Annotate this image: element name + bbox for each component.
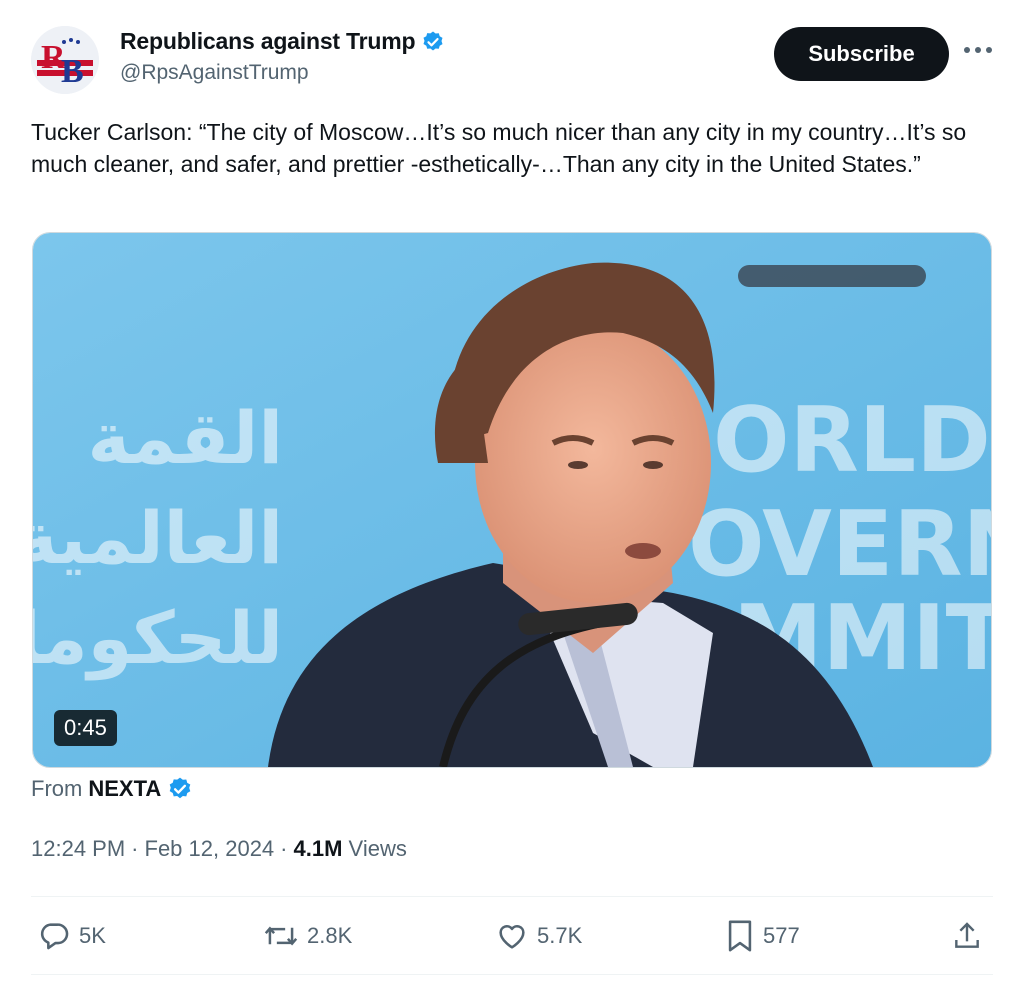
- avatar-logo-icon: R B: [31, 26, 99, 94]
- repost-button[interactable]: 2.8K: [263, 910, 352, 962]
- like-count: 5.7K: [537, 923, 583, 948]
- video-duration-badge: 0:45: [54, 710, 117, 746]
- backdrop-arabic-line-3: للحكومات: [33, 596, 283, 681]
- tweet-text: Tucker Carlson: “The city of Moscow…It’s…: [31, 119, 967, 177]
- heart-icon: [495, 919, 529, 953]
- backdrop-arabic-line-2: العالمية: [33, 496, 283, 580]
- video-player[interactable]: القمة العالمية للحكومات ORLD OVERN MMIT …: [32, 232, 992, 768]
- verified-badge-icon: [167, 776, 193, 802]
- repost-icon: [263, 919, 299, 953]
- author-display-name[interactable]: Republicans against Trump: [120, 28, 416, 55]
- bookmark-icon: [725, 919, 755, 953]
- author-name-row[interactable]: Republicans against Trump: [120, 28, 445, 55]
- backdrop-english-line-1: ORLD: [713, 388, 991, 493]
- more-options-button[interactable]: [962, 38, 994, 62]
- bookmark-button[interactable]: 577: [725, 910, 800, 962]
- bookmark-count: 577: [763, 923, 800, 948]
- share-button[interactable]: [951, 910, 983, 962]
- author-handle[interactable]: @RpsAgainstTrump: [120, 61, 309, 85]
- repost-count: 2.8K: [307, 923, 353, 948]
- meta-separator: ·: [280, 836, 288, 861]
- divider: [31, 896, 993, 897]
- source-name-link[interactable]: NEXTA: [88, 776, 161, 802]
- backdrop-english-line-2: OVERN: [688, 492, 991, 597]
- subscribe-button[interactable]: Subscribe: [774, 27, 949, 81]
- share-icon: [951, 919, 983, 953]
- like-button[interactable]: 5.7K: [495, 910, 582, 962]
- svg-text:B: B: [61, 53, 84, 90]
- media-source[interactable]: From NEXTA: [31, 776, 193, 802]
- more-dots-icon: [964, 47, 992, 53]
- divider: [31, 974, 993, 975]
- avatar[interactable]: R B: [31, 26, 99, 94]
- backdrop-arabic-line-1: القمة: [88, 396, 283, 480]
- tweet-meta: 12:24 PM · Feb 12, 2024 · 4.1M Views: [31, 836, 407, 862]
- source-prefix: From: [31, 776, 83, 801]
- tweet-date[interactable]: Feb 12, 2024: [145, 836, 275, 862]
- reply-icon: [37, 919, 71, 953]
- meta-separator: ·: [131, 836, 139, 861]
- reply-button[interactable]: 5K: [37, 910, 106, 962]
- video-thumbnail: القمة العالمية للحكومات ORLD OVERN MMIT …: [33, 233, 991, 767]
- reply-count: 5K: [79, 923, 106, 948]
- views-label: Views: [348, 836, 407, 861]
- verified-badge-icon: [421, 30, 445, 54]
- views-count: 4.1M: [293, 836, 343, 861]
- tweet-time[interactable]: 12:24 PM: [31, 836, 125, 862]
- action-bar: 5K 2.8K 5.7K 577: [31, 910, 993, 962]
